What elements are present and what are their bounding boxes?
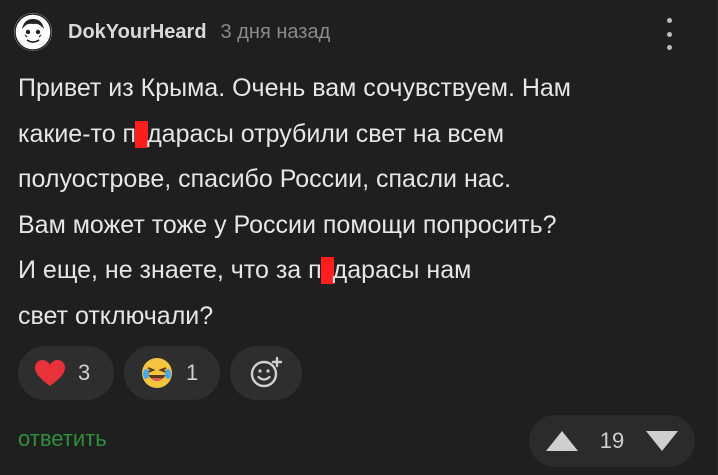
downvote-button[interactable] xyxy=(645,430,679,452)
reaction-laugh-button[interactable]: 1 xyxy=(124,346,220,400)
more-options-icon[interactable] xyxy=(661,18,677,50)
avatar-face-icon xyxy=(14,13,52,51)
comment-line: полуострове, спасибо России, спасли нас. xyxy=(18,165,512,193)
comment-timestamp: 3 дня назад xyxy=(220,20,331,43)
comment-line: Привет из Крыма. Очень вам сочувствуем. … xyxy=(18,74,571,102)
comment-line: свет отключали? xyxy=(18,301,214,330)
downvote-triangle-icon xyxy=(645,431,678,451)
comment-line: Вам может тоже у России помощи попросить… xyxy=(18,210,557,239)
comment-line: какие-то п дарасы отрубили свет на всем xyxy=(18,119,505,148)
comment-body: Привет из Крыма. Очень вам сочувствуем. … xyxy=(18,66,708,339)
upvote-button[interactable] xyxy=(545,430,579,452)
username[interactable]: DokYourHeard xyxy=(68,21,207,44)
reaction-heart-button[interactable]: 3 xyxy=(18,346,114,400)
comment-card: DokYourHeard 3 дня назад Привет из Крыма… xyxy=(0,0,718,475)
laughing-emoji-icon xyxy=(142,358,172,388)
add-reaction-button[interactable] xyxy=(230,346,302,400)
vote-score: 19 xyxy=(599,428,625,453)
user-avatar[interactable] xyxy=(14,13,52,51)
comment-line: И еще, не знаете, что за п дарасы нам xyxy=(18,256,472,284)
reaction-count: 3 xyxy=(78,360,91,385)
heart-icon xyxy=(35,360,65,386)
comment-header: DokYourHeard 3 дня назад xyxy=(14,12,330,52)
reply-button[interactable]: ответить xyxy=(18,426,107,452)
reaction-count: 1 xyxy=(186,360,199,385)
reaction-bar: 3 1 xyxy=(18,346,302,400)
add-emoji-icon xyxy=(250,356,283,388)
vote-control: 19 xyxy=(529,415,695,467)
upvote-triangle-icon xyxy=(546,431,578,451)
